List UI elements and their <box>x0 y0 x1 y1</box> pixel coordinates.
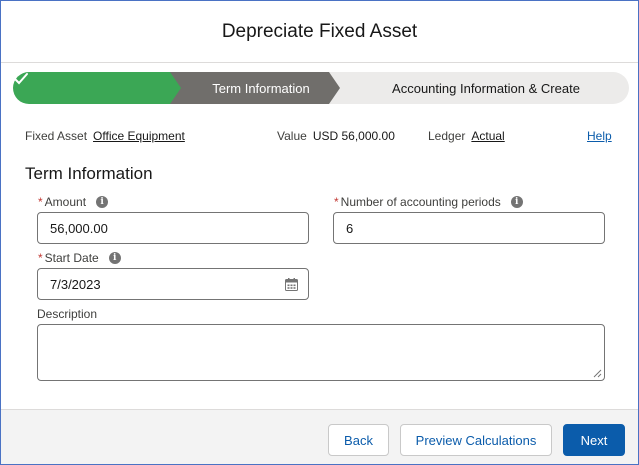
amount-input[interactable]: 56,000.00 <box>37 212 309 244</box>
required-marker: * <box>334 195 339 209</box>
modal-footer: Back Preview Calculations Next <box>1 409 638 464</box>
amount-label-text: Amount <box>44 195 87 209</box>
check-icon <box>14 73 28 85</box>
path-stage-current[interactable]: Term Information <box>181 72 341 104</box>
next-button[interactable]: Next <box>563 424 625 456</box>
periods-label: * Number of accounting periods i <box>334 194 523 210</box>
periods-input[interactable]: 6 <box>333 212 605 244</box>
back-button[interactable]: Back <box>328 424 389 456</box>
description-textarea[interactable] <box>37 324 605 381</box>
progress-path: Term Information Accounting Information … <box>13 72 629 104</box>
description-label: Description <box>37 307 98 321</box>
required-marker: * <box>38 195 43 209</box>
required-marker: * <box>38 251 43 265</box>
start-date-label: * Start Date i <box>38 250 121 266</box>
info-icon[interactable]: i <box>510 196 523 208</box>
help-link[interactable]: Help <box>587 129 612 143</box>
modal-header: Depreciate Fixed Asset <box>1 1 638 63</box>
periods-label-text: Number of accounting periods <box>340 195 501 209</box>
section-title: Term Information <box>25 164 153 183</box>
start-date-label-text: Start Date <box>44 251 99 265</box>
asset-summary: Fixed Asset Office Equipment Value USD 56,… <box>25 129 615 145</box>
ledger-link[interactable]: Actual <box>471 129 504 143</box>
path-stage-complete[interactable] <box>13 72 173 104</box>
fixed-asset-label: Fixed Asset <box>25 129 88 143</box>
value-amount: USD 56,000.00 <box>312 129 395 143</box>
path-stage-incomplete[interactable]: Accounting Information & Create <box>343 72 629 104</box>
depreciate-modal: Depreciate Fixed Asset Term Information … <box>0 0 639 465</box>
start-date-value: 7/3/2023 <box>50 276 101 292</box>
fixed-asset-link[interactable]: Office Equipment <box>93 129 185 143</box>
preview-calculations-button[interactable]: Preview Calculations <box>400 424 552 456</box>
ledger-label: Ledger <box>428 129 466 143</box>
info-icon[interactable]: i <box>108 252 121 264</box>
start-date-input[interactable]: 7/3/2023 <box>37 268 309 300</box>
value-label: Value <box>277 129 307 143</box>
modal-title: Depreciate Fixed Asset <box>221 20 418 42</box>
amount-label: * Amount i <box>38 194 109 210</box>
info-icon[interactable]: i <box>96 196 109 208</box>
calendar-icon[interactable] <box>285 278 298 291</box>
resize-handle-icon[interactable] <box>593 369 602 378</box>
